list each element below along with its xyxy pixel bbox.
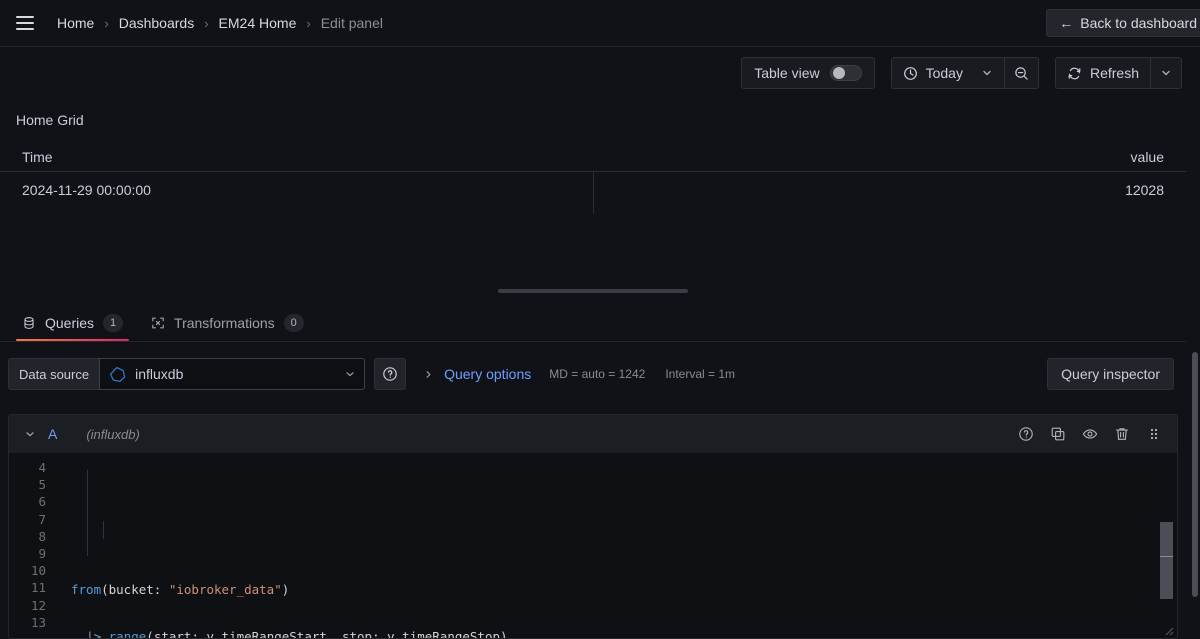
editor-vertical-scrollbar[interactable] [1160, 522, 1173, 599]
line-number: 7 [38, 511, 46, 527]
interval-meta: Interval = 1m [665, 367, 736, 381]
query-datasource-name: (influxdb) [86, 426, 140, 442]
query-row-actions [1015, 423, 1165, 445]
breadcrumb-item-home[interactable]: Home [54, 13, 97, 33]
breadcrumb-item-dashboards[interactable]: Dashboards [116, 13, 198, 33]
hamburger-menu-icon[interactable] [10, 8, 40, 38]
line-number: 11 [30, 580, 46, 596]
time-range-picker[interactable]: Today [890, 57, 1005, 89]
refresh-label: Refresh [1089, 65, 1139, 81]
back-to-dashboard-button[interactable]: ← Back to dashboard [1046, 9, 1200, 37]
breadcrumb-separator: › [306, 15, 311, 31]
line-number: 9 [38, 545, 46, 561]
page-vertical-scrollbar[interactable] [1192, 352, 1198, 597]
line-number: 13 [30, 614, 46, 630]
editor-tabs: Queries 1 Transformations 0 [0, 306, 1186, 342]
line-number: 8 [38, 528, 46, 544]
table-view-switch[interactable] [829, 65, 862, 81]
refresh-icon [1067, 66, 1082, 81]
tab-transformations[interactable]: Transformations 0 [137, 305, 318, 341]
top-navigation-bar: Home › Dashboards › EM24 Home › Edit pan… [0, 0, 1200, 47]
query-options-meta: MD = auto = 1242 Interval = 1m [549, 367, 735, 381]
tab-queries-label: Queries [45, 315, 95, 331]
zoom-out-icon [1014, 66, 1029, 81]
query-inspector-button[interactable]: Query inspector [1047, 358, 1174, 390]
breadcrumb-separator: › [204, 15, 209, 31]
time-range-label: Today [925, 65, 963, 81]
datasource-help-button[interactable] [374, 358, 407, 390]
table-column-header-value[interactable]: value [1131, 149, 1164, 165]
line-number: 5 [38, 477, 46, 493]
edit-panel-page: Home › Dashboards › EM24 Home › Edit pan… [0, 0, 1200, 639]
tab-queries-badge: 1 [103, 314, 124, 332]
datasource-selected-value: influxdb [135, 366, 184, 382]
arrow-left-icon: ← [1059, 15, 1074, 31]
table-view-toggle[interactable]: Table view [741, 57, 875, 89]
code-line: from(bucket: "iobroker_data") [71, 582, 290, 598]
trash-icon[interactable] [1111, 423, 1133, 445]
editor-line-numbers: 4 5 6 7 8 9 10 11 12 13 [9, 453, 55, 638]
column-resize-divider[interactable] [593, 172, 594, 214]
refresh-controls: Refresh [1054, 57, 1182, 89]
time-range-controls: Today [890, 57, 1039, 89]
tab-queries[interactable]: Queries 1 [8, 305, 137, 341]
panel-toolbar: Table view Today Refresh [0, 47, 1200, 99]
tab-transformations-label: Transformations [174, 315, 275, 331]
line-number: 10 [30, 563, 46, 579]
query-editor-card: A (influxdb) 4 5 6 7 8 9 10 11 12 13 fro… [8, 414, 1178, 639]
chevron-right-icon [423, 369, 434, 380]
clock-icon [903, 66, 918, 81]
datasource-label: Data source [8, 358, 100, 390]
panel-title: Home Grid [16, 112, 84, 128]
drag-handle-icon[interactable] [1143, 423, 1165, 445]
datasource-row: Data source influxdb Query options MD = … [0, 352, 1186, 396]
splitter-grip [498, 289, 688, 293]
data-table: Time value 2024-11-29 00:00:00 12028 [0, 142, 1186, 214]
breadcrumb-separator: › [104, 15, 109, 31]
breadcrumb-item-edit-panel: Edit panel [320, 15, 383, 31]
breadcrumb: Home › Dashboards › EM24 Home › Edit pan… [54, 13, 386, 33]
refresh-button[interactable]: Refresh [1054, 57, 1151, 89]
line-number: 12 [30, 597, 46, 613]
transform-icon [151, 316, 165, 330]
zoom-out-time-range-button[interactable] [1004, 57, 1039, 89]
query-collapse-chevron-down-icon[interactable] [19, 428, 41, 440]
datasource-select[interactable]: influxdb [99, 358, 366, 390]
influxdb-icon [109, 366, 126, 383]
chevron-down-icon [344, 368, 356, 380]
refresh-interval-dropdown[interactable] [1151, 57, 1182, 89]
chevron-down-icon [981, 67, 993, 79]
help-circle-icon [382, 366, 398, 382]
query-row-header: A (influxdb) [9, 415, 1177, 453]
duplicate-icon[interactable] [1047, 423, 1069, 445]
code-line: |> range(start: v.timeRangeStart, stop: … [86, 629, 508, 639]
chevron-down-icon [1160, 67, 1172, 79]
table-header-row: Time value [0, 142, 1186, 172]
editor-resize-grip[interactable] [1162, 624, 1174, 636]
panel-editor-splitter[interactable] [0, 286, 1186, 296]
help-circle-icon[interactable] [1015, 423, 1037, 445]
table-cell-value: 12028 [1125, 182, 1164, 198]
breadcrumb-item-em24-home[interactable]: EM24 Home [216, 13, 300, 33]
line-number: 4 [38, 460, 46, 475]
visualization-panel: Home Grid Time value 2024-11-29 00:00:00… [0, 99, 1186, 275]
table-view-label: Table view [754, 65, 820, 81]
tab-transformations-badge: 0 [283, 314, 304, 332]
eye-icon[interactable] [1079, 423, 1101, 445]
editor-code-content[interactable]: from(bucket: "iobroker_data") |> range(s… [55, 453, 1177, 639]
line-number: 6 [38, 494, 46, 510]
table-column-header-time[interactable]: Time [22, 149, 1131, 165]
max-data-points-meta: MD = auto = 1242 [549, 367, 646, 381]
query-options-toggle[interactable]: Query options [423, 366, 531, 382]
query-options-label: Query options [444, 366, 532, 382]
table-cell-time: 2024-11-29 00:00:00 [22, 182, 151, 198]
query-ref-id[interactable]: A [48, 426, 57, 442]
back-to-dashboard-label: Back to dashboard [1080, 15, 1197, 31]
database-icon [22, 316, 36, 330]
flux-code-editor[interactable]: 4 5 6 7 8 9 10 11 12 13 from(bucket: "io… [9, 453, 1177, 639]
